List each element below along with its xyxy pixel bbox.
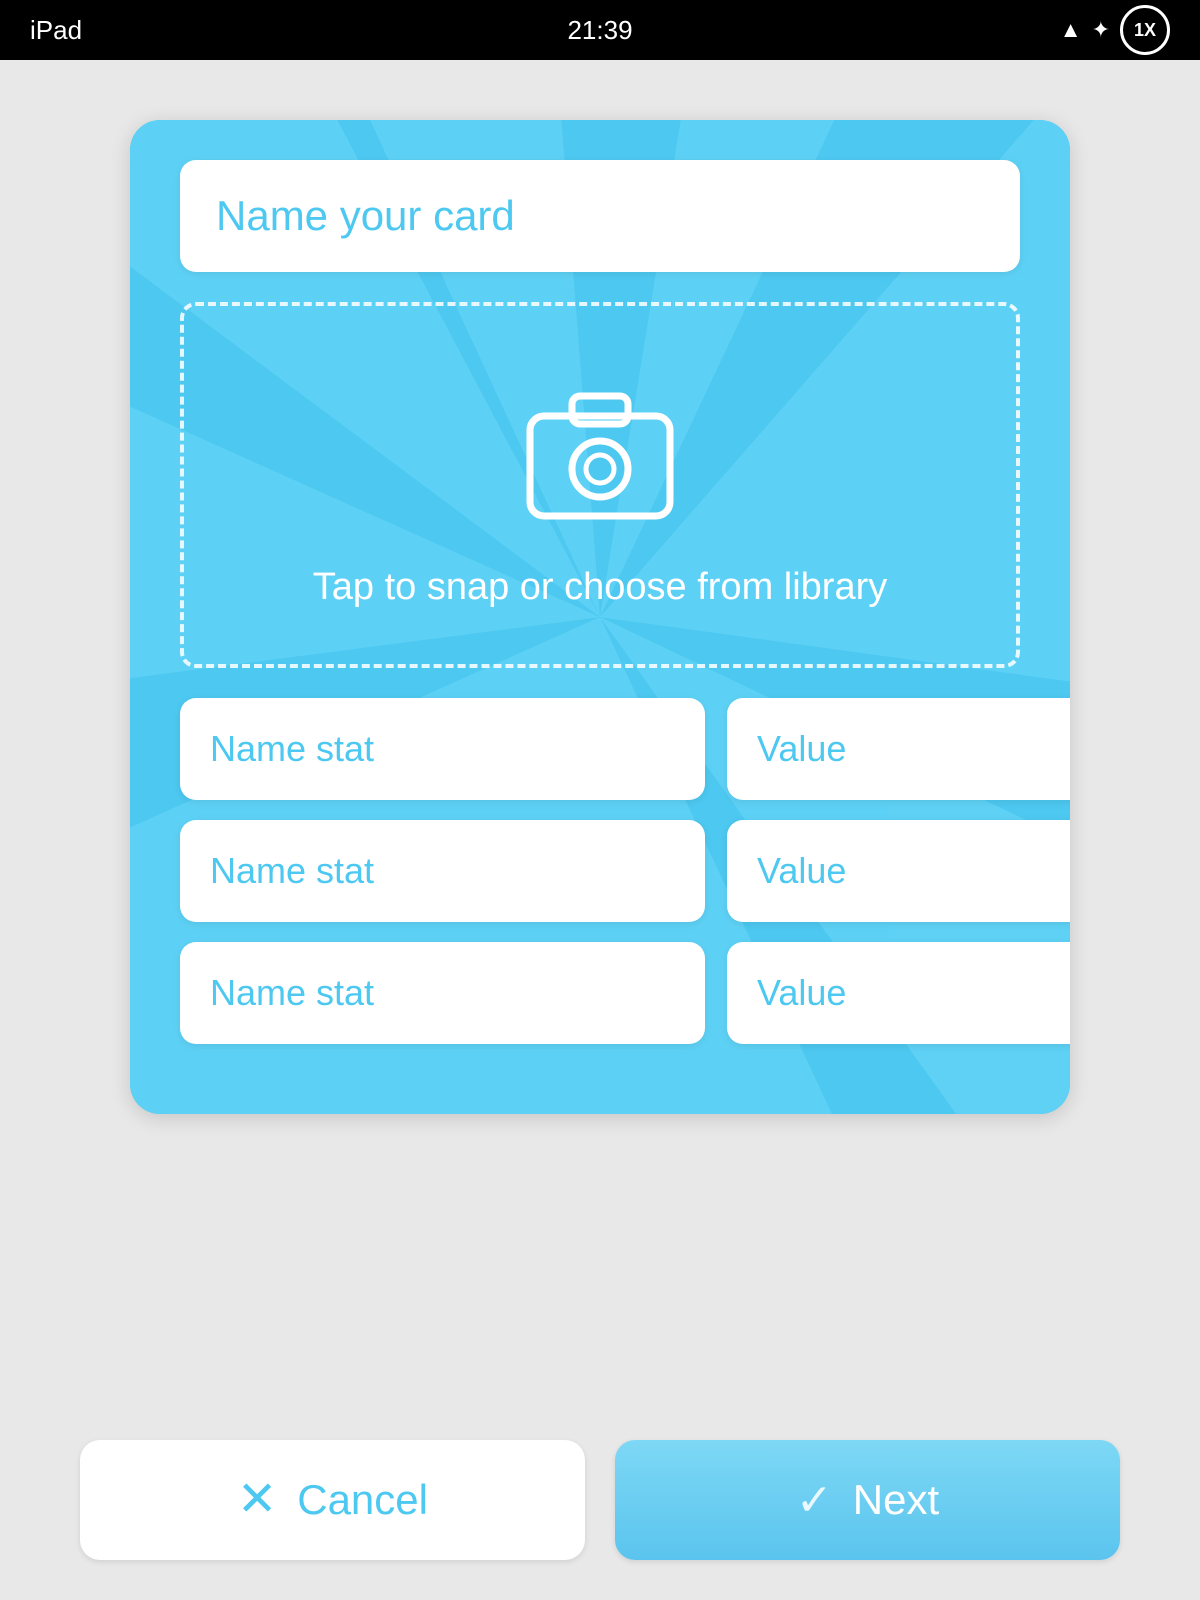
carrier-label: iPad bbox=[30, 15, 82, 46]
location-icon: ▲ bbox=[1060, 17, 1082, 43]
cancel-x-icon: ✕ bbox=[237, 1476, 277, 1524]
camera-icon bbox=[510, 366, 690, 561]
next-check-icon: ✓ bbox=[796, 1475, 833, 1526]
stat-row-2 bbox=[180, 820, 1020, 922]
stat-value-input-3[interactable] bbox=[727, 942, 1070, 1044]
photo-zone-label: Tap to snap or choose from library bbox=[313, 561, 888, 614]
status-right: ▲ ✦ 1X bbox=[1060, 5, 1170, 55]
photo-zone[interactable]: Tap to snap or choose from library bbox=[180, 302, 1020, 668]
stat-row-1 bbox=[180, 698, 1020, 800]
next-button[interactable]: ✓ Next bbox=[615, 1440, 1120, 1560]
stat-row-3 bbox=[180, 942, 1020, 1044]
battery-indicator: 1X bbox=[1120, 5, 1170, 55]
stat-name-input-3[interactable] bbox=[180, 942, 705, 1044]
cancel-button[interactable]: ✕ Cancel bbox=[80, 1440, 585, 1560]
card-name-input[interactable] bbox=[180, 160, 1020, 272]
bluetooth-icon: ✦ bbox=[1092, 17, 1110, 43]
stat-value-input-2[interactable] bbox=[727, 820, 1070, 922]
status-bar: iPad 21:39 ▲ ✦ 1X bbox=[0, 0, 1200, 60]
clock: 21:39 bbox=[567, 15, 632, 46]
cancel-button-label: Cancel bbox=[297, 1476, 428, 1524]
stat-name-input-1[interactable] bbox=[180, 698, 705, 800]
next-button-label: Next bbox=[853, 1476, 939, 1524]
status-left: iPad bbox=[30, 15, 96, 46]
main-area: Tap to snap or choose from library ✕ Can… bbox=[0, 60, 1200, 1600]
stat-value-input-1[interactable] bbox=[727, 698, 1070, 800]
bottom-toolbar: ✕ Cancel ✓ Next bbox=[0, 1400, 1200, 1600]
card-panel: Tap to snap or choose from library bbox=[130, 120, 1070, 1114]
stat-name-input-2[interactable] bbox=[180, 820, 705, 922]
